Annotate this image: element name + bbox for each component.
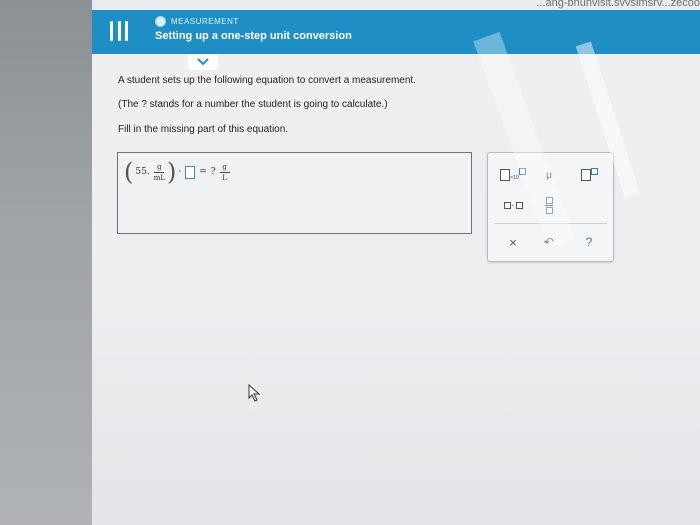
equation: ( 55. g mL ) · = ? g L: [124, 159, 232, 185]
topic-label: MEASUREMENT: [171, 17, 239, 26]
topic-row: MEASUREMENT: [155, 16, 239, 27]
header-bar: MEASUREMENT Setting up a one-step unit c…: [92, 10, 700, 54]
chevron-down-icon: [197, 58, 209, 66]
browser-top-strip: ...ang-bnunvisit.svvsimsrv...zecoo: [92, 0, 700, 10]
right-paren: ): [167, 158, 177, 186]
multiply-dot: ·: [178, 167, 182, 177]
given-fraction-numerator: g: [157, 162, 162, 171]
given-fraction: g mL: [154, 163, 165, 182]
missing-factor-slot[interactable]: [185, 165, 196, 179]
equals-sign: =: [199, 167, 207, 177]
help-button[interactable]: ?: [576, 231, 602, 253]
multiply-button[interactable]: ·: [500, 195, 526, 215]
page-title: Setting up a one-step unit conversion: [155, 30, 352, 42]
result-fraction-numerator: g: [222, 162, 227, 171]
question-text-2: (The ? stands for a number the student i…: [118, 99, 388, 110]
question-text-3: Fill in the missing part of this equatio…: [118, 124, 289, 135]
mouse-cursor-icon: [248, 384, 261, 402]
given-fraction-denominator: mL: [153, 173, 165, 182]
unknown-value: ?: [210, 167, 216, 177]
left-background: [0, 0, 92, 525]
left-paren: (: [124, 158, 134, 186]
question-text-1: A student sets up the following equation…: [118, 75, 416, 86]
menu-icon[interactable]: [110, 21, 128, 41]
coefficient: 55.: [135, 167, 150, 177]
clear-button[interactable]: ×: [500, 231, 526, 253]
answer-input-box[interactable]: ( 55. g mL ) · = ? g L: [117, 152, 472, 234]
result-fraction-denominator: L: [222, 173, 227, 182]
browser-tab-text: ...ang-bnunvisit.svvsimsrv...zecoo: [536, 0, 700, 9]
exponent-button[interactable]: [576, 165, 602, 185]
result-fraction: g L: [219, 162, 230, 182]
topic-status-icon: [155, 16, 166, 27]
collapse-header-button[interactable]: [188, 54, 218, 70]
